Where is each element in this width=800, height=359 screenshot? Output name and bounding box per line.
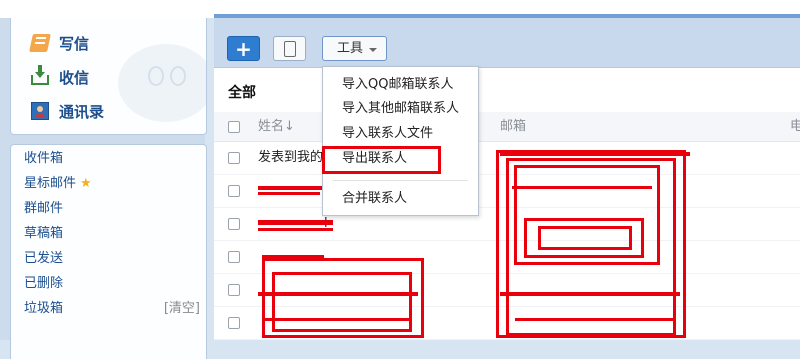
group-title: 全部 bbox=[228, 85, 256, 101]
menu-separator bbox=[333, 180, 468, 181]
receive-button[interactable]: 收信 bbox=[31, 65, 89, 89]
folder-group-mail[interactable]: 群邮件 bbox=[24, 199, 63, 219]
row-checkbox[interactable] bbox=[228, 218, 240, 230]
export-highlight-box bbox=[322, 146, 441, 174]
compose-label: 写信 bbox=[59, 34, 90, 53]
contact-name: 发表到我的 bbox=[258, 150, 324, 165]
redaction-bar bbox=[258, 228, 333, 231]
menu-merge-contacts[interactable]: 合并联系人 bbox=[323, 187, 478, 211]
star-icon: ★ bbox=[80, 176, 92, 191]
write-icon bbox=[29, 34, 51, 52]
folder-group-mail-label: 群邮件 bbox=[24, 201, 64, 216]
folder-sent-label: 已发送 bbox=[24, 251, 64, 266]
menu-import-qq[interactable]: 导入QQ邮箱联系人 bbox=[323, 73, 478, 97]
folder-deleted-label: 已删除 bbox=[24, 276, 64, 291]
table-header: 姓名↓ 邮箱 电 bbox=[214, 112, 800, 142]
folder-starred[interactable]: 星标邮件 ★ bbox=[24, 174, 92, 194]
sidebar: 写信 收信 通讯录 收件箱 星标邮件 ★ 群邮件 草稿箱 已发送 已删除 垃圾箱 … bbox=[0, 18, 207, 359]
tools-menu: 导入QQ邮箱联系人 导入其他邮箱联系人 导入联系人文件 导出联系人 合并联系人 bbox=[322, 66, 479, 216]
row-checkbox[interactable] bbox=[228, 251, 240, 263]
redaction-box bbox=[272, 272, 412, 332]
redaction-bar bbox=[258, 192, 320, 195]
folder-drafts-label: 草稿箱 bbox=[24, 226, 64, 241]
folder-drafts[interactable]: 草稿箱 bbox=[24, 224, 63, 244]
redaction-box bbox=[538, 226, 632, 250]
folder-deleted[interactable]: 已删除 bbox=[24, 274, 63, 294]
row-checkbox[interactable] bbox=[228, 152, 240, 164]
contacts-icon bbox=[31, 102, 49, 120]
phone-icon bbox=[284, 41, 296, 57]
column-phone-header: 电 bbox=[790, 119, 800, 134]
redaction-bar bbox=[515, 318, 675, 321]
contacts-button[interactable]: 通讯录 bbox=[31, 99, 104, 123]
folder-inbox-label: 收件箱 bbox=[24, 151, 64, 166]
tools-label: 工具 bbox=[337, 41, 364, 56]
redaction-bar bbox=[500, 152, 690, 156]
add-contact-button[interactable]: + bbox=[227, 36, 260, 61]
mobile-sync-button[interactable] bbox=[273, 36, 306, 61]
compose-button[interactable]: 写信 bbox=[29, 31, 90, 55]
contacts-toolbar: + 工具 bbox=[214, 18, 800, 68]
redaction-bar bbox=[258, 186, 328, 190]
chevron-down-icon bbox=[369, 48, 377, 56]
contacts-label: 通讯录 bbox=[59, 102, 105, 121]
empty-spam-link[interactable]: [清空] bbox=[164, 299, 200, 319]
redaction-bar bbox=[258, 220, 333, 225]
redaction-bar bbox=[512, 186, 652, 189]
receive-label: 收信 bbox=[59, 68, 90, 87]
folder-spam-label: 垃圾箱 bbox=[24, 301, 64, 316]
folder-spam[interactable]: 垃圾箱 bbox=[24, 299, 63, 319]
menu-import-other[interactable]: 导入其他邮箱联系人 bbox=[323, 97, 478, 121]
select-all-checkbox[interactable] bbox=[228, 121, 240, 133]
inbox-icon bbox=[31, 65, 49, 85]
quick-actions-panel: 写信 收信 通讯录 bbox=[10, 18, 207, 135]
column-name-header[interactable]: 姓名↓ bbox=[258, 112, 295, 141]
row-checkbox[interactable] bbox=[228, 317, 240, 329]
folder-sent[interactable]: 已发送 bbox=[24, 249, 63, 269]
folder-starred-label: 星标邮件 bbox=[24, 176, 77, 191]
redaction-bar bbox=[500, 292, 680, 296]
folder-inbox[interactable]: 收件箱 bbox=[24, 149, 63, 169]
qq-penguin-watermark bbox=[118, 44, 206, 122]
row-checkbox[interactable] bbox=[228, 185, 240, 197]
top-strip bbox=[0, 0, 800, 18]
column-email-header: 邮箱 bbox=[500, 119, 527, 134]
row-checkbox[interactable] bbox=[228, 284, 240, 296]
redaction-bar bbox=[262, 318, 412, 321]
redaction-bar bbox=[258, 292, 418, 296]
menu-import-file[interactable]: 导入联系人文件 bbox=[323, 122, 478, 146]
folder-list: 收件箱 星标邮件 ★ 群邮件 草稿箱 已发送 已删除 垃圾箱 [清空] bbox=[10, 144, 207, 359]
tools-dropdown-button[interactable]: 工具 bbox=[322, 36, 387, 61]
